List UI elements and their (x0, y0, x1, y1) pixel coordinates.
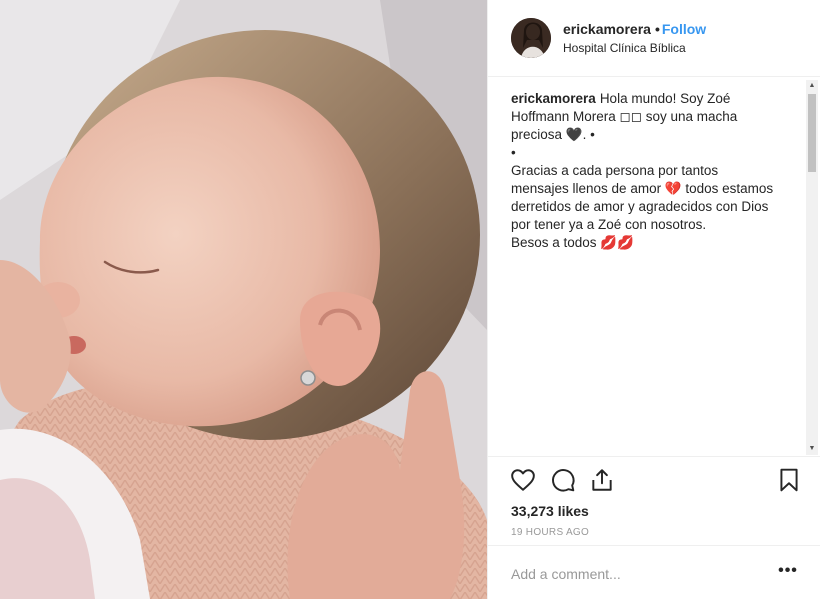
scrollbar[interactable]: ▲ ▼ (806, 80, 818, 455)
scroll-up-arrow-icon[interactable]: ▲ (806, 80, 818, 92)
caption-line: preciosa 🖤. • (511, 127, 595, 142)
caption-line: • (511, 145, 516, 160)
caption-line: por tener ya a Zoé con nosotros. (511, 217, 707, 232)
post-photo[interactable] (0, 0, 487, 599)
more-options-icon[interactable]: ••• (776, 559, 800, 583)
separator-dot: • (654, 21, 660, 37)
post-sidebar: erickamorera • Follow Hospital Clínica Bíb… (487, 0, 820, 599)
post-location[interactable]: Hospital Clínica Bíblica (563, 41, 686, 55)
bookmark-icon[interactable] (776, 467, 802, 493)
newborn-photo-illustration (0, 0, 487, 599)
caption-line: mensajes llenos de amor 💔 todos estamos (511, 181, 774, 196)
comment-icon[interactable] (550, 467, 576, 493)
caption-line: Besos a todos 💋💋 (511, 235, 634, 250)
avatar[interactable] (511, 18, 551, 58)
post-timestamp[interactable]: 19 HOURS AGO (511, 527, 589, 538)
follow-button[interactable]: Follow (662, 21, 706, 37)
caption-author[interactable]: erickamorera (511, 91, 596, 106)
post-header: erickamorera • Follow Hospital Clínica Bíb… (488, 0, 820, 77)
profile-picture-icon (511, 18, 551, 58)
scrollbar-thumb[interactable] (808, 94, 816, 172)
post-actions: 33,273 likes 19 HOURS AGO (488, 456, 820, 544)
likes-count[interactable]: 33,273 likes (511, 503, 589, 519)
heart-icon[interactable] (510, 467, 536, 493)
caption-line: derretidos de amor y agradecidos con Dio… (511, 199, 769, 214)
caption-line: Hoffmann Morera ◻◻ soy una macha (511, 109, 738, 124)
scroll-down-arrow-icon[interactable]: ▼ (806, 443, 818, 455)
comments-scroll-area[interactable]: erickamorera Hola mundo! Soy Zoé Hoffmann… (488, 78, 820, 455)
author-username[interactable]: erickamorera (563, 21, 651, 37)
comment-bar: ••• (488, 545, 820, 599)
share-icon[interactable] (589, 467, 615, 493)
author-line: erickamorera • Follow (563, 21, 706, 37)
caption-line: Gracias a cada persona por tantos (511, 163, 719, 178)
caption-line: Hola mundo! Soy Zoé (599, 91, 731, 106)
comment-input[interactable] (511, 563, 761, 585)
post-caption: erickamorera Hola mundo! Soy Zoé Hoffmann… (511, 90, 786, 252)
